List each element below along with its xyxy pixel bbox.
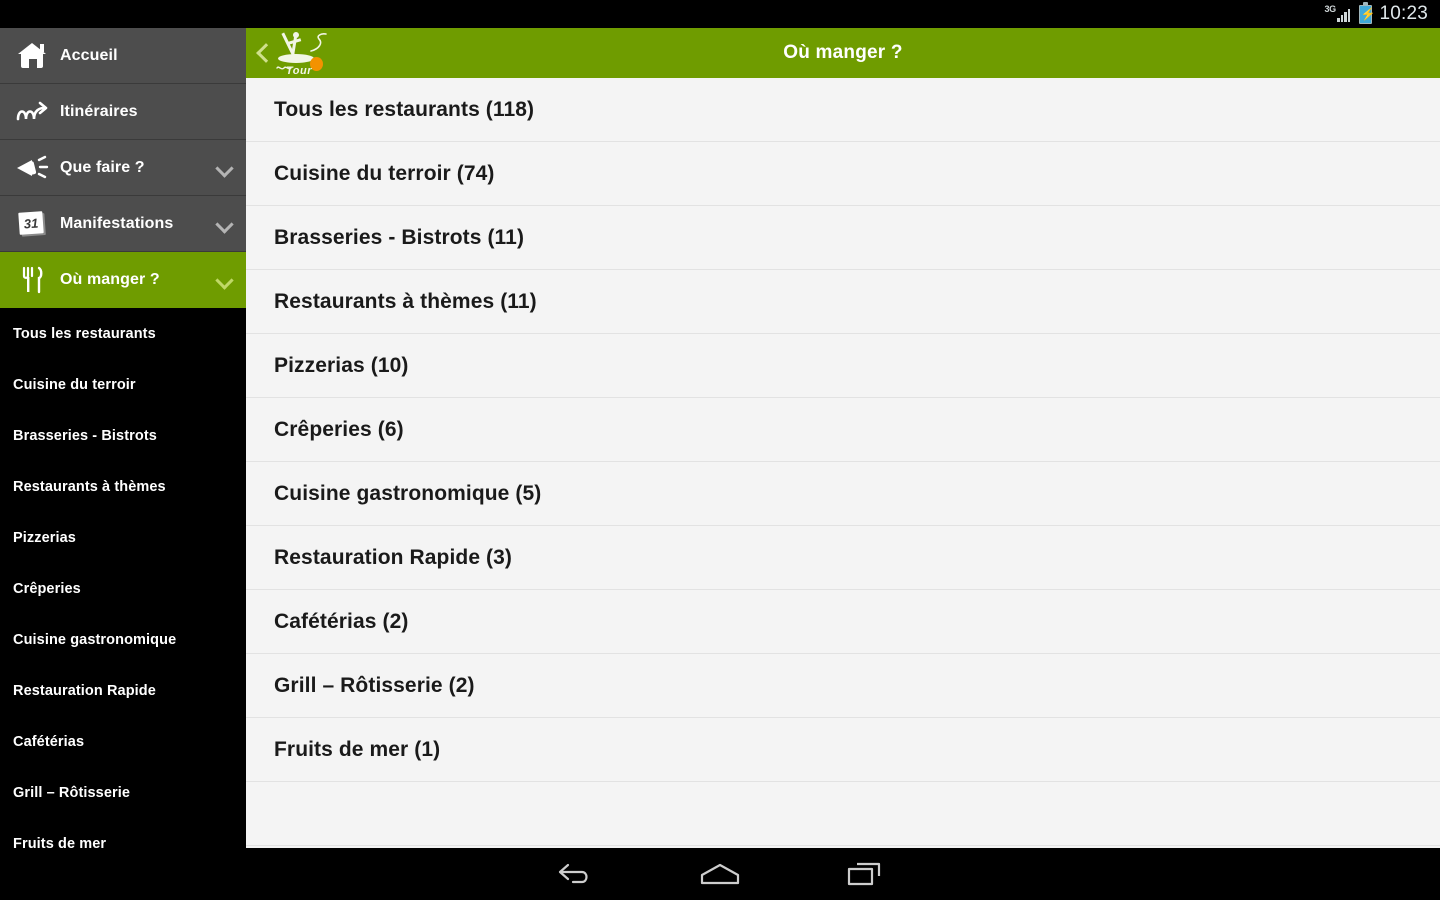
paddleboard-logo-icon[interactable]: Tour (274, 30, 330, 77)
list-item-label: Pizzerias (10) (274, 353, 409, 377)
home-icon (10, 36, 54, 76)
home-icon[interactable] (648, 848, 793, 900)
sidebar-item-manifestations[interactable]: 31 Manifestations (0, 196, 246, 252)
recents-icon[interactable] (793, 848, 938, 900)
sidebar[interactable]: Accueil Itinéraires Que faire ? 31 Manif… (0, 28, 246, 848)
submenu-item[interactable]: Tous les restaurants (0, 308, 246, 359)
status-bar: 3G ⚡ 10:23 (0, 0, 1440, 28)
battery-charging-icon: ⚡ (1359, 1, 1375, 24)
list-item-label: Brasseries - Bistrots (11) (274, 225, 525, 249)
list-item[interactable]: Cuisine gastronomique (5) (246, 462, 1440, 526)
calendar-day-label: 31 (23, 214, 39, 231)
submenu-item[interactable]: Grill – Rôtisserie (0, 767, 246, 818)
signal-bars-icon: 3G (1324, 4, 1352, 23)
list-item[interactable]: Restauration Rapide (3) (246, 526, 1440, 590)
submenu-item[interactable]: Cafétérias (0, 716, 246, 767)
sidebar-submenu: Tous les restaurants Cuisine du terroir … (0, 308, 246, 848)
list-item[interactable]: Restaurants à thèmes (11) (246, 270, 1440, 334)
list-item-label: Tous les restaurants (118) (274, 97, 535, 121)
submenu-item[interactable]: Brasseries - Bistrots (0, 410, 246, 461)
sidebar-item-accueil[interactable]: Accueil (0, 28, 246, 84)
chevron-down-icon[interactable] (214, 213, 236, 235)
page-title: Où manger ? (783, 42, 903, 63)
calendar-icon: 31 (10, 204, 54, 244)
submenu-item[interactable]: Cuisine du terroir (0, 359, 246, 410)
sidebar-item-que-faire[interactable]: Que faire ? (0, 140, 246, 196)
submenu-item[interactable]: Restaurants à thèmes (0, 461, 246, 512)
sidebar-item-itineraires[interactable]: Itinéraires (0, 84, 246, 140)
sidebar-item-label: Itinéraires (60, 102, 138, 120)
list-item[interactable]: Fruits de mer (1) (246, 718, 1440, 782)
list-item-label: Grill – Rôtisserie (2) (274, 673, 475, 697)
chevron-down-icon[interactable] (214, 269, 236, 291)
submenu-item[interactable]: Pizzerias (0, 512, 246, 563)
logo-text: Tour (286, 65, 313, 77)
submenu-item[interactable]: Restauration Rapide (0, 665, 246, 716)
cutlery-icon (10, 260, 54, 300)
list-item-label: Cuisine du terroir (74) (274, 161, 495, 185)
list-item[interactable]: Brasseries - Bistrots (11) (246, 206, 1440, 270)
route-icon (10, 92, 54, 132)
list-item[interactable]: Pizzerias (10) (246, 334, 1440, 398)
sidebar-item-label: Où manger ? (60, 270, 160, 288)
list-item[interactable]: Grill – Rôtisserie (2) (246, 654, 1440, 718)
submenu-item[interactable]: Fruits de mer (0, 818, 246, 848)
megaphone-icon (10, 148, 54, 188)
list-empty-space (246, 782, 1440, 846)
chevron-left-icon[interactable] (250, 28, 276, 78)
list-item[interactable]: Cuisine du terroir (74) (246, 142, 1440, 206)
restaurant-category-list[interactable]: Tous les restaurants (118) Cuisine du te… (246, 78, 1440, 848)
list-item[interactable]: Cafétérias (2) (246, 590, 1440, 654)
submenu-item[interactable]: Cuisine gastronomique (0, 614, 246, 665)
android-navigation-bar[interactable] (0, 848, 1440, 900)
content-pane: Tour Où manger ? Tous les restaurants (1… (246, 28, 1440, 848)
submenu-item[interactable]: Crêperies (0, 563, 246, 614)
network-type-label: 3G (1324, 4, 1336, 14)
sidebar-item-label: Manifestations (60, 214, 174, 232)
list-item-label: Restauration Rapide (3) (274, 545, 513, 569)
app-screen: Accueil Itinéraires Que faire ? 31 Manif… (0, 28, 1440, 848)
sidebar-item-ou-manger[interactable]: Où manger ? (0, 252, 246, 308)
chevron-down-icon[interactable] (214, 157, 236, 179)
list-item-label: Fruits de mer (1) (274, 737, 441, 761)
list-item-label: Cafétérias (2) (274, 609, 409, 633)
list-item[interactable]: Tous les restaurants (118) (246, 78, 1440, 142)
sidebar-item-label: Que faire ? (60, 158, 145, 176)
list-item[interactable]: Crêperies (6) (246, 398, 1440, 462)
list-item-label: Crêperies (6) (274, 417, 404, 441)
app-header: Tour Où manger ? (246, 28, 1440, 78)
clock-label: 10:23 (1379, 3, 1428, 24)
back-icon[interactable] (503, 848, 648, 900)
sidebar-item-label: Accueil (60, 46, 118, 64)
list-item-label: Restaurants à thèmes (11) (274, 289, 537, 313)
list-item-label: Cuisine gastronomique (5) (274, 481, 542, 505)
